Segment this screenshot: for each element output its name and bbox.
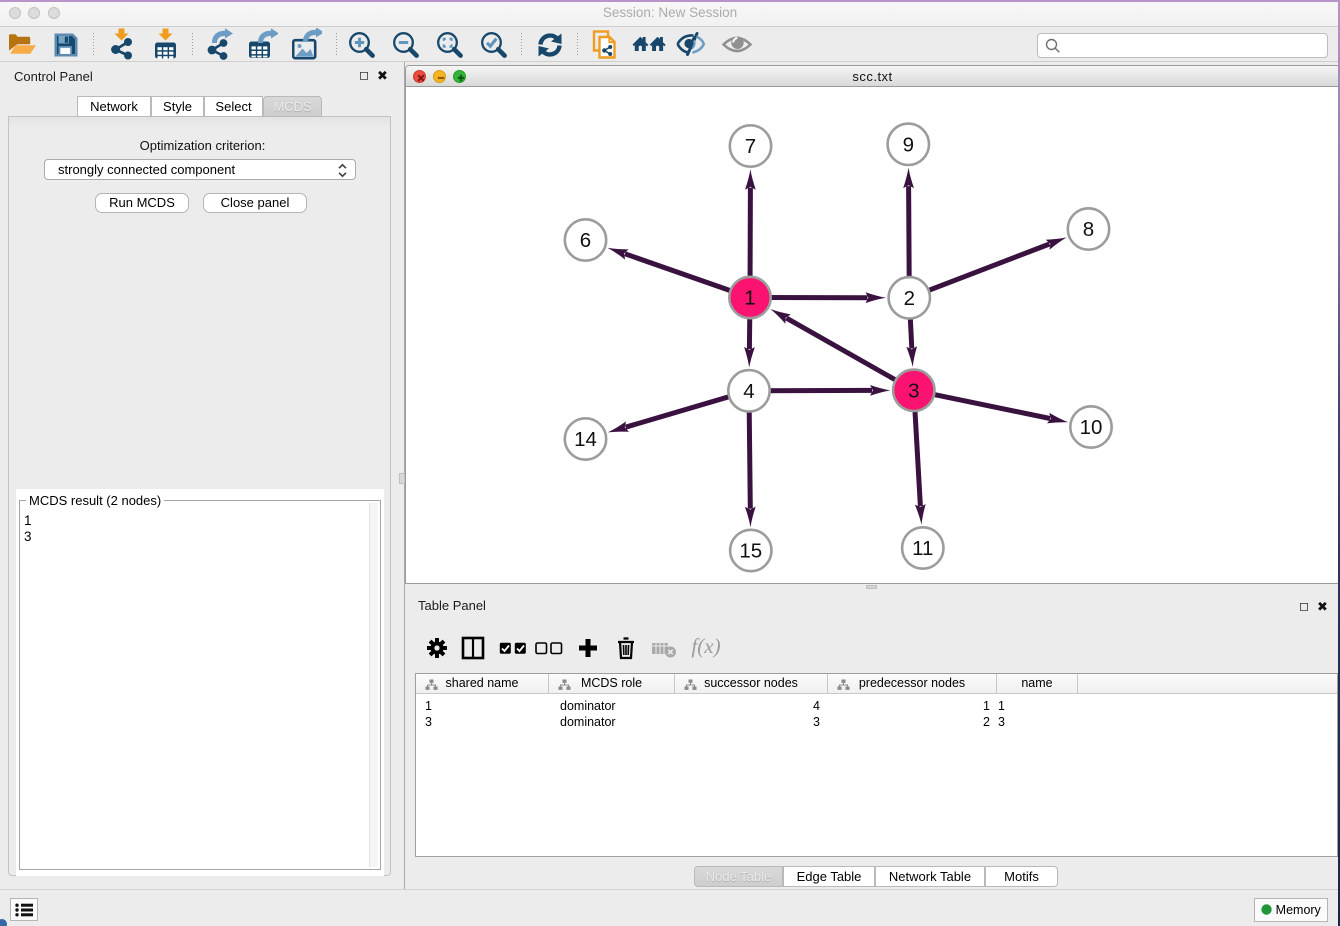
svg-text:9: 9 [903,133,914,156]
svg-text:f(x): f(x) [691,635,720,658]
svg-text:11: 11 [912,537,933,560]
svg-text:15: 15 [739,540,762,563]
svg-text:2: 2 [904,287,915,310]
svg-text:4: 4 [743,380,754,403]
svg-text:7: 7 [745,135,756,158]
svg-text:8: 8 [1083,218,1094,241]
svg-text:1: 1 [744,287,755,310]
svg-text:3: 3 [908,379,919,402]
svg-text:10: 10 [1080,416,1103,439]
svg-text:6: 6 [580,229,591,252]
svg-text:14: 14 [574,428,597,451]
